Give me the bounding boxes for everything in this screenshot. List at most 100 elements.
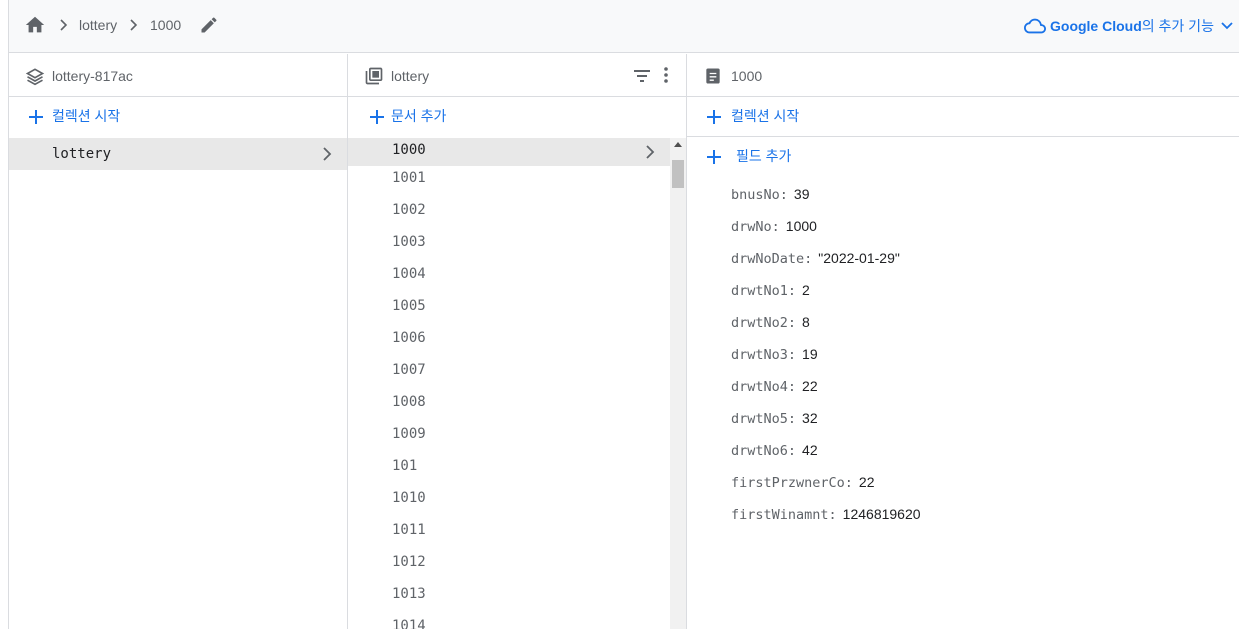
field-row[interactable]: drwtNo5: 32: [731, 406, 921, 438]
document-id: 1005: [392, 298, 426, 314]
plus-icon: [370, 110, 384, 124]
field-row[interactable]: drwtNo6: 42: [731, 438, 921, 470]
scroll-up-arrow-icon[interactable]: [674, 142, 682, 147]
document-item[interactable]: 1006: [348, 326, 670, 358]
field-key: drwNo:: [731, 219, 780, 235]
field-value: 22: [858, 474, 875, 490]
document-item[interactable]: 101: [348, 454, 670, 486]
document-item[interactable]: 1007: [348, 358, 670, 390]
field-value: 39: [793, 186, 810, 202]
root-panel: lottery-817ac 컬렉션 시작 lottery: [9, 54, 347, 629]
field-key: drwtNo4:: [731, 379, 797, 395]
document-item-selected[interactable]: 1000: [348, 138, 670, 166]
document-id: 1013: [392, 586, 426, 602]
field-row[interactable]: drwNoDate: "2022-01-29": [731, 246, 921, 278]
document-item[interactable]: 1013: [348, 582, 670, 614]
collection-panel-header: lottery: [348, 54, 686, 97]
field-value: 1246819620: [842, 506, 921, 522]
field-value: 1000: [785, 218, 817, 234]
field-row[interactable]: firstPrzwnerCo: 22: [731, 470, 921, 502]
field-row[interactable]: firstWinamnt: 1246819620: [731, 502, 921, 534]
google-cloud-brand: Google Cloud: [1050, 18, 1142, 34]
collection-item-lottery[interactable]: lottery: [9, 138, 347, 170]
field-value: 22: [802, 378, 818, 394]
project-stack-icon: [25, 68, 45, 86]
document-id: 1014: [392, 618, 426, 629]
field-value: 19: [802, 346, 818, 362]
field-key: drwtNo3:: [731, 347, 797, 363]
top-bar: lottery 1000 Google Cloud 의 추가 기능: [9, 0, 1239, 53]
plus-icon: [707, 150, 721, 164]
chevron-right-icon: [60, 19, 68, 31]
chevron-right-icon: [323, 147, 332, 161]
document-list-scrollbar[interactable]: [670, 138, 686, 629]
start-subcollection-label: 컬렉션 시작: [731, 108, 800, 124]
field-row[interactable]: drwNo: 1000: [731, 214, 921, 246]
document-id: 1008: [392, 394, 426, 410]
field-key: bnusNo:: [731, 187, 788, 203]
document-id: 1011: [392, 522, 426, 538]
field-value: 42: [802, 442, 818, 458]
document-item[interactable]: 1010: [348, 486, 670, 518]
collection-title: lottery: [391, 68, 430, 84]
document-item[interactable]: 1008: [348, 390, 670, 422]
document-title: 1000: [731, 68, 763, 84]
document-list: 1000 1001 1002 1003 1004 1005 1006 1007 …: [348, 138, 670, 629]
plus-icon: [707, 110, 721, 124]
field-value: 8: [802, 314, 810, 330]
field-value: 32: [802, 410, 818, 426]
add-field-button[interactable]: 필드 추가: [687, 137, 1239, 177]
chevron-right-icon: [130, 19, 138, 31]
document-item[interactable]: 1014: [348, 614, 670, 629]
field-row[interactable]: drwtNo1: 2: [731, 278, 921, 310]
project-title: lottery-817ac: [52, 68, 133, 84]
google-cloud-extensions-button[interactable]: Google Cloud 의 추가 기능: [1024, 14, 1236, 38]
document-item[interactable]: 1001: [348, 166, 670, 198]
breadcrumb-item-collection[interactable]: lottery: [79, 17, 117, 33]
plus-icon: [29, 110, 43, 124]
field-row[interactable]: drwtNo4: 22: [731, 374, 921, 406]
document-item[interactable]: 1004: [348, 262, 670, 294]
breadcrumb-item-document[interactable]: 1000: [150, 17, 181, 33]
cloud-icon: [1024, 18, 1046, 34]
add-field-label: 필드 추가: [736, 148, 792, 164]
field-row[interactable]: drwtNo3: 19: [731, 342, 921, 374]
document-id: 1009: [392, 426, 426, 442]
field-value: 2: [802, 282, 810, 298]
start-collection-button[interactable]: 컬렉션 시작: [9, 97, 347, 137]
more-vert-icon[interactable]: [656, 65, 676, 85]
document-id: 1012: [392, 554, 426, 570]
document-id: 1010: [392, 490, 426, 506]
add-document-label: 문서 추가: [391, 108, 447, 124]
start-subcollection-button[interactable]: 컬렉션 시작: [687, 97, 1239, 137]
scrollbar-thumb[interactable]: [672, 160, 684, 188]
document-id: 1006: [392, 330, 426, 346]
field-row[interactable]: bnusNo: 39: [731, 182, 921, 214]
document-item[interactable]: 1003: [348, 230, 670, 262]
google-cloud-extensions-label: 의 추가 기능: [1141, 18, 1214, 34]
collection-panel: lottery 문서 추가 1000 1001 1002 1003 1004 1…: [347, 54, 686, 629]
document-item[interactable]: 1005: [348, 294, 670, 326]
document-id: 1007: [392, 362, 426, 378]
field-key: drwtNo2:: [731, 315, 797, 331]
filter-icon[interactable]: [632, 66, 652, 86]
add-document-button[interactable]: 문서 추가: [348, 97, 686, 137]
document-item[interactable]: 1002: [348, 198, 670, 230]
home-icon[interactable]: [24, 14, 46, 36]
field-key: drwtNo1:: [731, 283, 797, 299]
edit-pencil-icon[interactable]: [199, 15, 219, 35]
field-row[interactable]: drwtNo2: 8: [731, 310, 921, 342]
document-icon: [706, 68, 720, 84]
collection-item-label: lottery: [52, 146, 112, 162]
document-panel-header: 1000: [687, 54, 1239, 97]
chevron-down-icon: [1221, 22, 1233, 30]
collection-icon: [365, 67, 383, 85]
start-collection-label: 컬렉션 시작: [52, 108, 121, 124]
document-item[interactable]: 1009: [348, 422, 670, 454]
document-item[interactable]: 1011: [348, 518, 670, 550]
field-key: drwNoDate:: [731, 251, 813, 267]
document-id: 1002: [392, 202, 426, 218]
document-item[interactable]: 1012: [348, 550, 670, 582]
field-value: "2022-01-29": [818, 250, 900, 266]
field-list: bnusNo: 39 drwNo: 1000 drwNoDate: "2022-01-…: [731, 182, 921, 534]
